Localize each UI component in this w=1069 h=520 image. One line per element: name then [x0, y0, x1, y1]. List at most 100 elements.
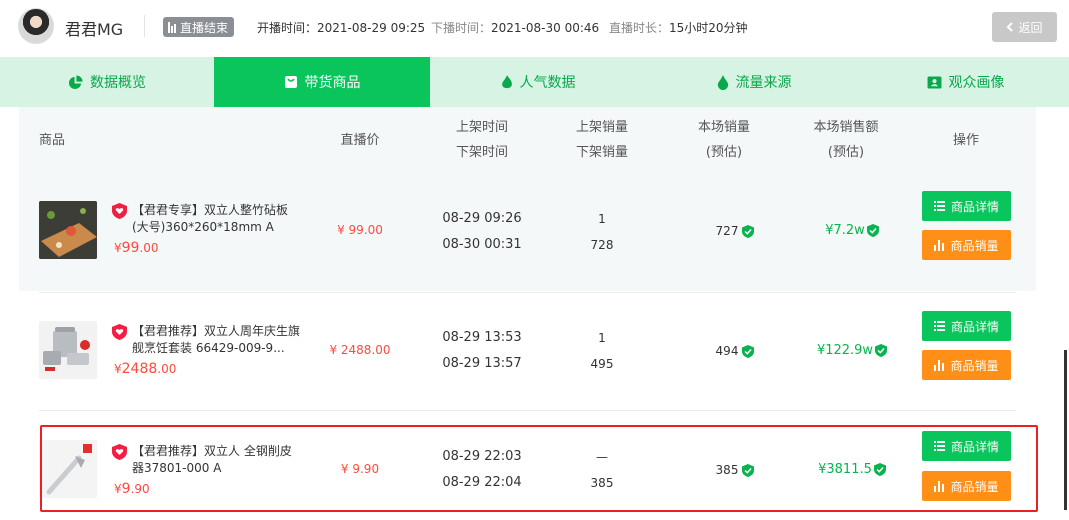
highlight-box	[40, 425, 1038, 512]
table-header: 商品 直播价 上架时间 下架时间 上架销量 下架销量 本场销量 (预估) 本场销…	[19, 107, 1036, 173]
tab-data-overview[interactable]: 数据概览	[0, 57, 214, 107]
detail-label: 商品详情	[950, 319, 999, 334]
avatar[interactable]	[18, 8, 54, 44]
product-detail-button[interactable]: 商品详情	[922, 311, 1011, 341]
col-session-revenue-label: 本场销售额	[813, 120, 879, 135]
listing-volumes: 1 728	[552, 206, 652, 258]
cutting-board-image	[39, 201, 97, 259]
flame-icon	[501, 74, 512, 88]
duration-value: 15小时20分钟	[669, 21, 748, 35]
product-thumbnail[interactable]	[39, 201, 97, 259]
tab-traffic-source[interactable]: 流量来源	[646, 57, 862, 107]
duration-label: 直播时长：	[609, 21, 670, 35]
col-list-volume-label: 上架销量	[575, 120, 628, 135]
live-price: ¥ 99.00	[337, 223, 383, 237]
chevron-left-icon	[1007, 22, 1014, 32]
list-volume: 1	[598, 212, 606, 226]
back-button[interactable]: 返回	[992, 12, 1057, 42]
col-list-time-label: 上架时间	[455, 120, 508, 135]
col-session-sales: 本场销量 (预估)	[674, 107, 774, 173]
row-divider	[39, 410, 1016, 411]
table-row: 【君君专享】双立人整竹砧板(大号)360*260*18mm A ¥99.00 ¥…	[19, 173, 1036, 291]
col-product-label: 商品	[39, 132, 66, 148]
list-time: 08-29 09:26	[442, 211, 522, 226]
shopping-bag-icon	[284, 76, 297, 88]
col-times: 上架时间 下架时间	[432, 107, 532, 173]
bar-chart-icon	[168, 21, 176, 33]
delist-time: 08-30 00:31	[442, 237, 522, 252]
verified-shield-icon	[875, 344, 888, 357]
start-time-label: 开播时间：	[257, 21, 318, 35]
col-live-price: 直播价	[320, 107, 400, 173]
tab-label: 流量来源	[735, 75, 792, 91]
verified-shield-icon	[742, 344, 755, 358]
session-header: 君君MG 直播结束 开播时间：2021-08-29 09:25 下播时间：202…	[0, 0, 1069, 57]
sales-value: 727	[715, 224, 739, 238]
bar-chart-icon	[934, 239, 945, 251]
sales-label: 商品销量	[950, 238, 999, 253]
tab-label: 数据概览	[90, 75, 146, 91]
pie-chart-icon	[68, 74, 83, 89]
col-session-revenue-sub: (预估)	[827, 145, 865, 160]
end-time-value: 2021-08-30 00:46	[491, 21, 600, 35]
cookware-set-image	[39, 321, 97, 379]
status-label: 直播结束	[180, 20, 229, 35]
delist-time: 08-29 13:57	[442, 356, 522, 371]
session-sales: 727	[685, 224, 785, 238]
status-badge: 直播结束	[163, 17, 235, 37]
price-int: 99	[121, 240, 140, 256]
col-volumes: 上架销量 下架销量	[552, 107, 652, 173]
tab-popularity[interactable]: 人气数据	[430, 57, 646, 107]
row-divider	[39, 292, 1016, 293]
delist-volume: 495	[590, 357, 614, 371]
session-sales: 494	[685, 344, 785, 358]
back-label: 返回	[1018, 20, 1043, 35]
shield-heart-icon	[112, 324, 127, 340]
tab-label: 观众画像	[948, 75, 1005, 91]
listing-volumes: 1 495	[552, 325, 652, 377]
product-name[interactable]: 【君君推荐】双立人周年庆生旗舰烹饪套装 66429-009-9...	[132, 323, 307, 357]
list-time: 08-29 13:53	[442, 330, 522, 345]
duration: 直播时长：15小时20分钟	[609, 19, 748, 36]
droplet-icon	[717, 74, 728, 90]
session-revenue: ¥7.2w	[797, 223, 907, 238]
product-thumbnail[interactable]	[39, 321, 97, 379]
scrollbar[interactable]	[1064, 350, 1067, 510]
col-session-revenue: 本场销售额 (预估)	[795, 107, 897, 173]
price-int: 2488	[121, 361, 158, 377]
col-actions: 操作	[936, 107, 996, 173]
delist-volume: 728	[590, 238, 614, 252]
revenue-value: ¥7.2w	[825, 223, 865, 238]
tab-audience-profile[interactable]: 观众画像	[862, 57, 1069, 107]
start-time-value: 2021-08-29 09:25	[317, 21, 426, 35]
price-dec: .00	[139, 241, 159, 255]
product-sales-button[interactable]: 商品销量	[922, 350, 1011, 380]
product-detail-button[interactable]: 商品详情	[922, 191, 1011, 221]
live-price: ¥ 2488.00	[329, 343, 391, 357]
col-actions-label: 操作	[952, 132, 979, 148]
header-divider	[144, 15, 145, 37]
revenue-value: ¥122.9w	[816, 343, 874, 358]
col-session-sales-label: 本场销量	[697, 120, 750, 135]
tab-products[interactable]: 带货商品	[214, 57, 430, 107]
product-sales-button[interactable]: 商品销量	[922, 230, 1011, 260]
list-icon	[933, 321, 945, 331]
listing-times: 08-29 09:26 08-30 00:31	[432, 206, 532, 258]
bar-chart-icon	[934, 359, 945, 371]
list-icon	[933, 201, 945, 211]
shield-heart-icon	[112, 203, 127, 219]
price-symbol: ¥	[114, 362, 122, 376]
anchor-name[interactable]: 君君MG	[65, 16, 123, 40]
product-price: ¥2488.00	[114, 361, 176, 377]
col-session-sales-sub: (预估)	[705, 145, 743, 160]
detail-label: 商品详情	[950, 199, 999, 214]
live-session-detail-page: 君君MG 直播结束 开播时间：2021-08-29 09:25 下播时间：202…	[0, 0, 1069, 520]
col-delist-time-label: 下架时间	[455, 145, 508, 160]
end-time-label: 下播时间：	[431, 21, 492, 35]
table-row: 【君君推荐】双立人周年庆生旗舰烹饪套装 66429-009-9... ¥2488…	[19, 292, 1036, 410]
verified-shield-icon	[742, 224, 755, 238]
product-name[interactable]: 【君君专享】双立人整竹砧板(大号)360*260*18mm A	[132, 202, 302, 236]
col-live-price-label: 直播价	[340, 132, 380, 148]
sales-label: 商品销量	[950, 358, 999, 373]
col-product: 商品	[39, 107, 65, 173]
